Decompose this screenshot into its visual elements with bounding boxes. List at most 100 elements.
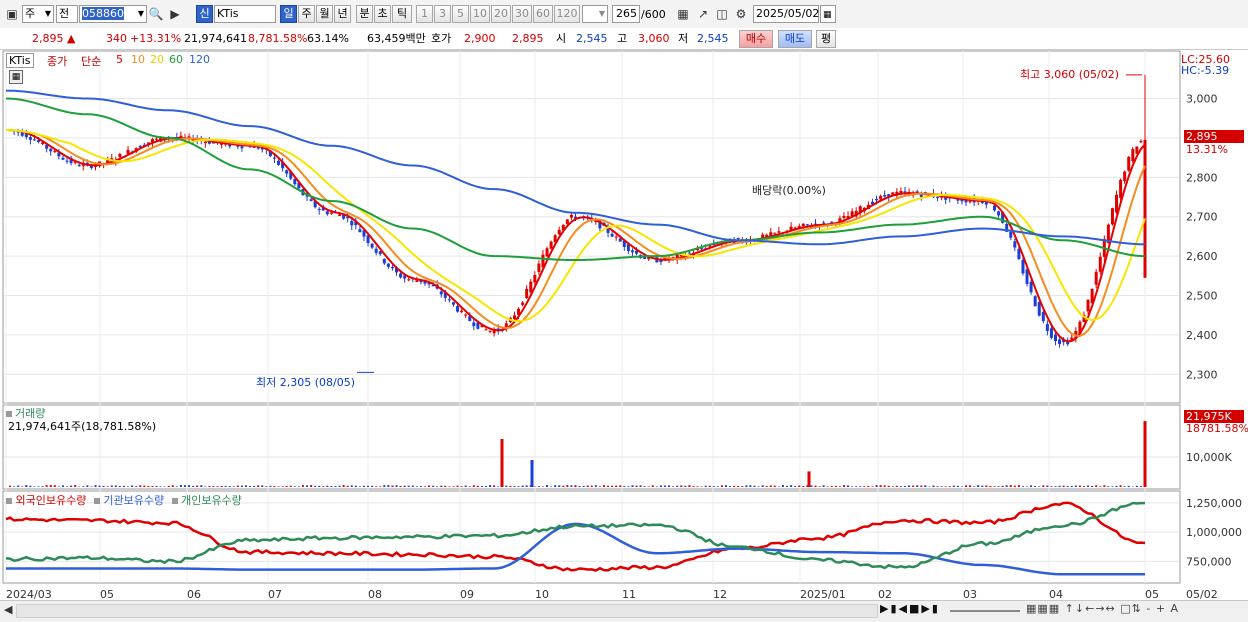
minute-20[interactable]: 20 <box>491 5 511 23</box>
minute-60[interactable]: 60 <box>533 5 553 23</box>
window-menu-icon[interactable]: ▣ <box>4 6 20 22</box>
candle-body <box>1046 324 1049 331</box>
volume-bar <box>339 486 341 487</box>
legend-foreign: 외국인보유수량 <box>16 494 87 507</box>
count-input[interactable]: 265 <box>612 5 640 23</box>
volume-bar <box>871 486 873 487</box>
minute-5[interactable]: 5 <box>452 5 469 23</box>
scroll-left-icon[interactable]: ◀ <box>4 603 12 616</box>
search-icon[interactable]: 🔍 <box>148 6 164 22</box>
zoom-slider[interactable] <box>950 610 1020 612</box>
current-price: 2,895 <box>32 32 64 46</box>
candle-body <box>358 229 361 232</box>
candle-body <box>293 179 296 184</box>
candle-body <box>61 158 64 160</box>
price-tick-label: 2,600 <box>1186 250 1218 263</box>
volume-bar <box>156 486 158 487</box>
volume-bar <box>526 485 528 487</box>
speaker-icon[interactable]: ▶ <box>167 6 183 22</box>
volume-bar <box>1038 486 1040 487</box>
view-select[interactable]: 전 <box>56 5 78 23</box>
horizontal-scrollbar[interactable] <box>16 604 878 618</box>
volume-bar <box>831 486 833 487</box>
volume-bar <box>326 486 328 487</box>
minute-120[interactable]: 120 <box>554 5 580 23</box>
minute-10[interactable]: 10 <box>470 5 490 23</box>
minute-1[interactable]: 1 <box>416 5 433 23</box>
volume-bar <box>485 486 487 487</box>
market-select[interactable]: 주▼ <box>22 5 54 23</box>
sell-button[interactable]: 매도 <box>778 30 812 48</box>
code-input[interactable]: 058860▼ <box>79 5 147 23</box>
volume-bar <box>208 486 210 487</box>
chevron-down-icon: ▼ <box>599 6 605 22</box>
buy-button[interactable]: 매수 <box>739 30 773 48</box>
candle-body <box>452 302 455 304</box>
volume-bar <box>432 486 434 487</box>
volume-bar <box>912 486 914 487</box>
period-second[interactable]: 초 <box>374 5 391 23</box>
volume-bar <box>835 486 837 487</box>
avg-button[interactable]: 평 <box>816 30 836 48</box>
volume-bar <box>603 485 605 487</box>
candle-body <box>1054 335 1057 341</box>
volume-bar <box>269 486 271 487</box>
chart-title: KTis <box>6 53 34 68</box>
volume-bar <box>473 485 475 487</box>
period-minute[interactable]: 분 <box>356 5 373 23</box>
period-year[interactable]: 년 <box>334 5 351 23</box>
bar-chart-icon[interactable]: ▦ <box>675 6 691 22</box>
candle-body <box>631 250 634 252</box>
table-toggle-icon[interactable]: ▦ <box>9 70 23 84</box>
date-input[interactable]: 2025/05/02 <box>753 5 819 23</box>
candle-body <box>615 236 618 237</box>
volume-bar <box>766 486 768 487</box>
candle-body <box>273 158 276 159</box>
custom-period-select[interactable]: ▼ <box>582 5 608 23</box>
candle-body <box>460 311 463 312</box>
volume-bar <box>607 486 609 487</box>
volume-bar <box>66 486 68 487</box>
period-month[interactable]: 월 <box>316 5 333 23</box>
volume-bar <box>847 485 849 487</box>
candle-body <box>875 199 878 200</box>
volume-bar <box>741 486 743 487</box>
volume-bar <box>497 486 499 487</box>
volume-bar <box>531 460 534 487</box>
minute-3[interactable]: 3 <box>434 5 451 23</box>
candle-body <box>700 248 703 249</box>
volume-bar <box>147 486 149 487</box>
volume-bar <box>892 486 894 487</box>
gear-icon[interactable]: ⚙ <box>733 6 749 22</box>
volume-bar <box>62 485 64 487</box>
period-week[interactable]: 주 <box>298 5 315 23</box>
save-icon[interactable]: ◫ <box>714 6 730 22</box>
volume-bar <box>554 485 556 487</box>
dividend-annotation: 배당락(0.00%) <box>752 182 826 198</box>
volume-bar <box>676 486 678 487</box>
candle-body <box>1042 312 1045 321</box>
legend-ma60: 60 <box>169 53 183 66</box>
nav-controls[interactable]: ▶▮◀■▶▮ <box>880 602 940 615</box>
volume-bar <box>640 485 642 487</box>
volume-bar <box>924 485 926 487</box>
zoom-controls[interactable]: ▦▦▦ ↑↓←→↔ □⇅ - + A <box>1026 602 1179 615</box>
volume-bar <box>652 485 654 487</box>
volume-bar <box>1124 486 1126 487</box>
volume-bar <box>1006 485 1008 487</box>
period-tick[interactable]: 틱 <box>392 5 412 23</box>
legend-ma20: 20 <box>150 53 164 66</box>
volume-bar <box>664 486 666 487</box>
draw-line-icon[interactable]: ↗ <box>695 6 711 22</box>
candle-body <box>903 191 906 192</box>
minute-30[interactable]: 30 <box>512 5 532 23</box>
period-day[interactable]: 일 <box>280 5 297 23</box>
calendar-button[interactable]: ▦ <box>820 5 836 23</box>
volume-bar <box>570 485 572 487</box>
stock-name-field[interactable]: KTis <box>214 5 276 23</box>
volume-bar <box>412 486 414 487</box>
volume-bar <box>1010 485 1012 487</box>
volume-bar <box>204 486 206 487</box>
volume-value: 21,974,641 <box>184 32 247 46</box>
volume-bar <box>322 486 324 487</box>
